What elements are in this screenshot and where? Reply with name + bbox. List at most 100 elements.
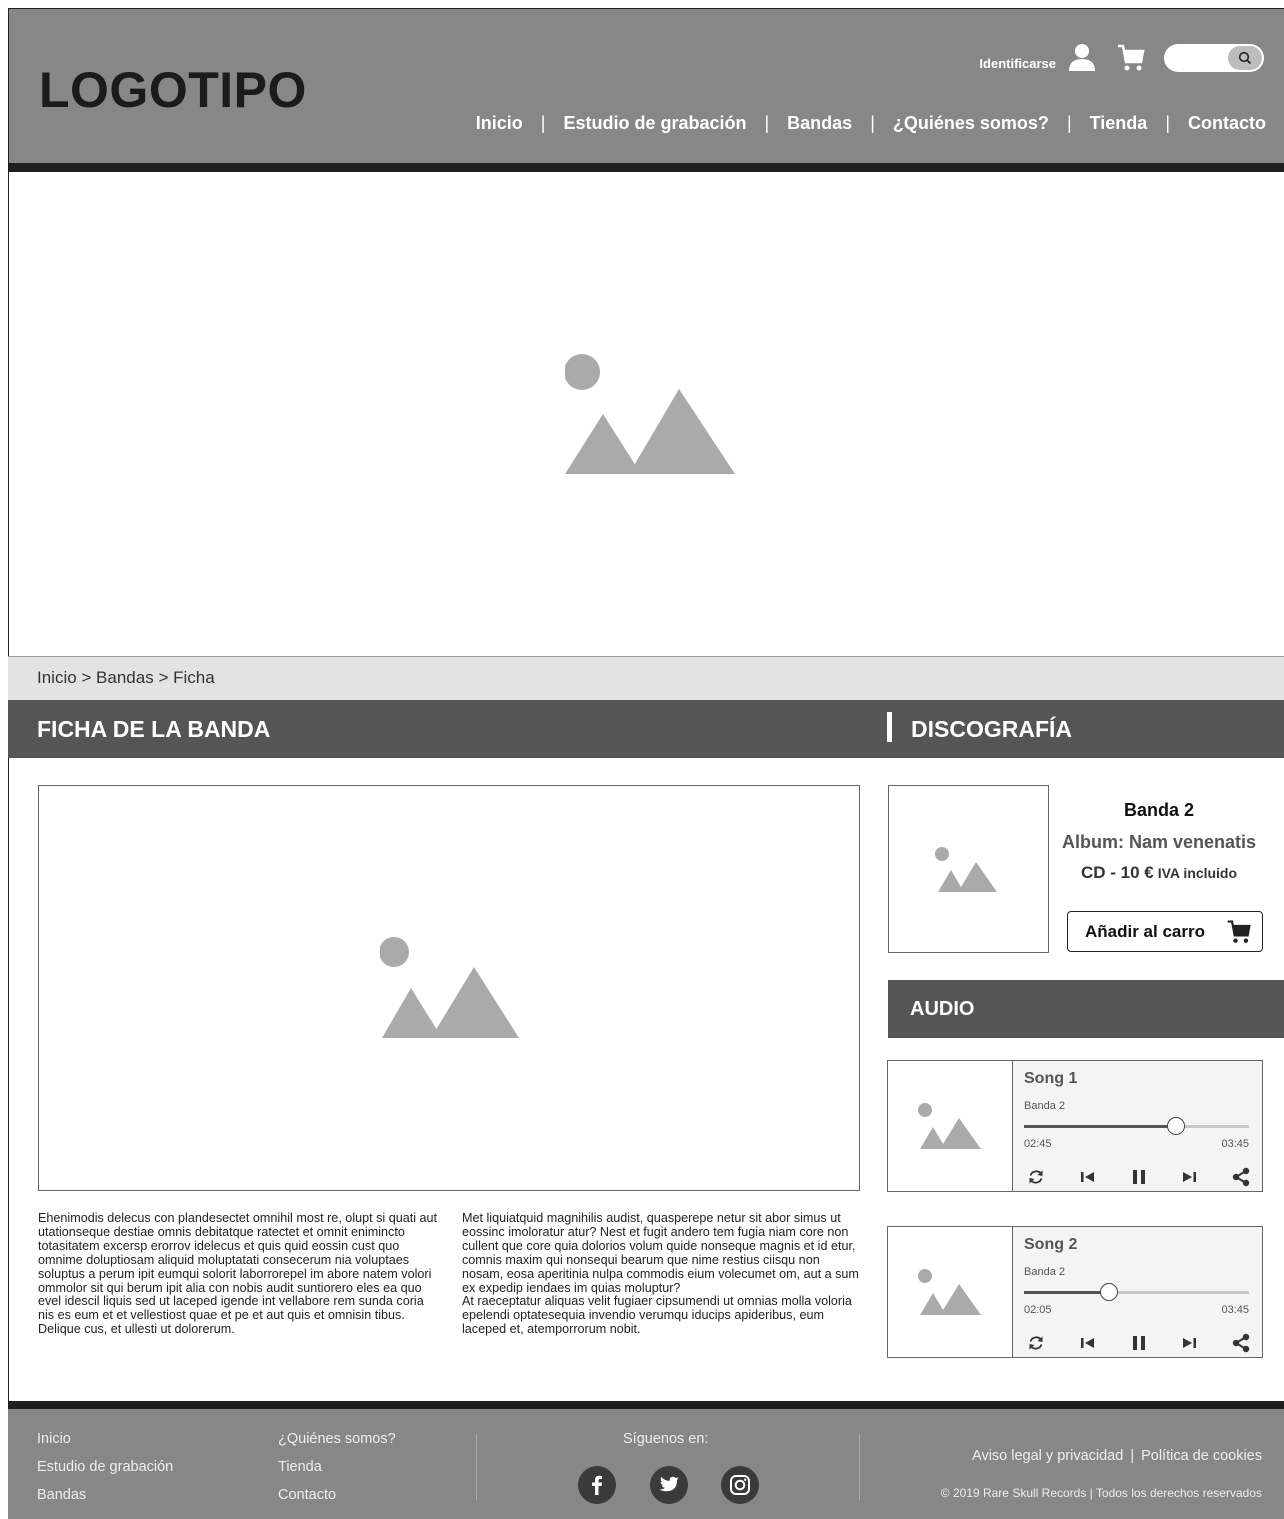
user-icon[interactable] [1068,43,1096,73]
footer-link-quienes-somos[interactable]: ¿Quiénes somos? [278,1431,396,1447]
nav-item-tienda[interactable]: Tienda [1090,113,1148,134]
repeat-icon[interactable] [1027,1334,1045,1352]
current-time: 02:45 [1024,1138,1052,1150]
album-info: Banda 2 Album: Nam venenatis CD - 10 € IV… [1058,800,1260,883]
vat-label: IVA incluido [1157,865,1238,881]
cookies-link[interactable]: Política de cookies [1141,1448,1262,1464]
audio-section-header: AUDIO [888,980,1284,1038]
instagram-icon[interactable] [721,1466,759,1504]
add-to-cart-label: Añadir al carro [1085,921,1205,941]
discography-marker [887,712,892,742]
search-icon [1238,51,1252,65]
audio-title: AUDIO [910,998,975,1020]
follow-label: Síguenos en: [623,1431,709,1447]
footer-link-estudio[interactable]: Estudio de grabación [37,1459,173,1475]
header-divider [8,163,1284,172]
image-placeholder-icon [935,847,997,892]
repeat-icon[interactable] [1027,1168,1045,1186]
share-icon[interactable] [1232,1333,1250,1353]
player-controls [1027,1167,1250,1187]
search-input[interactable] [1164,44,1264,72]
twitter-icon[interactable] [650,1466,688,1504]
song-band: Banda 2 [1024,1266,1065,1278]
add-to-cart-button[interactable]: Añadir al carro [1067,911,1263,952]
previous-icon[interactable] [1080,1171,1096,1183]
nav-item-estudio[interactable]: Estudio de grabación [563,113,746,134]
breadcrumb[interactable]: Inicio > Bandas > Ficha [8,656,1284,700]
track-thumbnail [888,1227,1013,1357]
footer-link-bandas[interactable]: Bandas [37,1487,86,1503]
nav-separator: | [870,113,875,133]
image-placeholder-icon [918,1103,981,1149]
discography-title: DISCOGRAFÍA [911,716,1072,742]
legal-link[interactable]: Aviso legal y privacidad [972,1448,1123,1464]
total-time: 03:45 [1221,1304,1249,1316]
nav-item-quienes-somos[interactable]: ¿Quiénes somos? [893,113,1049,134]
next-icon[interactable] [1181,1171,1197,1183]
footer-separator [476,1434,477,1500]
album-name: Album: Nam venenatis [1061,832,1257,852]
band-description-paragraph: At raeceptatur aliquas velit fugiaer cip… [462,1294,852,1337]
copyright: © 2019 Rare Skull Records | Todos los de… [940,1486,1262,1500]
progress-fill [1024,1125,1177,1128]
site-header: LOGOTIPO Identificarse Inicio | Estudio … [8,8,1284,163]
band-description-col1: Ehenimodis delecus con plandesectet omni… [38,1211,438,1337]
nav-separator: | [1066,113,1072,133]
progress-handle[interactable] [1100,1283,1119,1301]
total-time: 03:45 [1221,1138,1249,1150]
nav-item-contacto[interactable]: Contacto [1188,113,1266,134]
previous-icon[interactable] [1080,1337,1096,1349]
progress-track[interactable] [1024,1117,1249,1135]
legal-separator: | [1130,1448,1135,1464]
main-nav: Inicio | Estudio de grabación | Bandas |… [476,113,1266,134]
song-title: Song 2 [1024,1236,1078,1253]
album-price: CD - 10 € [1080,863,1154,882]
hero-banner [8,172,1284,656]
band-section-title: FICHA DE LA BANDA [37,716,271,742]
footer-separator [859,1434,860,1500]
track-thumbnail [888,1061,1013,1191]
section-header-bar: FICHA DE LA BANDA DISCOGRAFÍA [8,700,1284,758]
footer-link-tienda[interactable]: Tienda [278,1459,322,1475]
image-placeholder-icon [565,354,735,474]
facebook-icon[interactable] [578,1466,616,1504]
header-utilities: Identificarse [979,43,1264,73]
player-body: Song 1 Banda 2 02:45 03:45 [1013,1061,1262,1191]
album-cover[interactable] [888,785,1049,953]
content-border [8,758,9,1402]
share-icon[interactable] [1232,1167,1250,1187]
band-image [38,785,860,1191]
band-description-paragraph: Met liquiatquid magnihilis audist, quasp… [462,1211,859,1295]
current-time: 02:05 [1024,1304,1052,1316]
site-footer: Inicio Estudio de grabación Bandas ¿Quié… [8,1409,1284,1519]
login-link[interactable]: Identificarse [979,56,1056,71]
player-body: Song 2 Banda 2 02:05 03:45 [1013,1227,1262,1357]
search-button[interactable] [1228,46,1262,70]
song-title: Song 1 [1024,1070,1078,1087]
progress-handle[interactable] [1167,1117,1186,1135]
footer-link-contacto[interactable]: Contacto [278,1487,336,1503]
nav-item-inicio[interactable]: Inicio [476,113,523,134]
cart-icon[interactable] [1116,43,1146,73]
nav-separator: | [1165,113,1170,133]
song-band: Banda 2 [1024,1100,1065,1112]
player-controls [1027,1333,1250,1353]
footer-link-inicio[interactable]: Inicio [37,1431,71,1447]
audio-player: Song 1 Banda 2 02:45 03:45 [887,1060,1263,1192]
progress-track[interactable] [1024,1283,1249,1301]
legal-links: Aviso legal y privacidad | Política de coo… [972,1448,1262,1464]
album-price-line: CD - 10 € IVA incluido [1058,863,1260,883]
pause-icon[interactable] [1132,1335,1146,1351]
audio-player: Song 2 Banda 2 02:05 03:45 [887,1226,1263,1358]
nav-item-bandas[interactable]: Bandas [787,113,852,134]
cart-icon [1227,920,1251,943]
pause-icon[interactable] [1132,1169,1146,1185]
footer-divider [8,1401,1284,1409]
band-description-col2: Met liquiatquid magnihilis audist, quasp… [462,1211,862,1337]
nav-separator: | [764,113,770,133]
next-icon[interactable] [1181,1337,1197,1349]
nav-separator: | [540,113,546,133]
album-band: Banda 2 [1123,800,1195,820]
image-placeholder-icon [380,937,519,1038]
logo[interactable]: LOGOTIPO [39,61,307,119]
